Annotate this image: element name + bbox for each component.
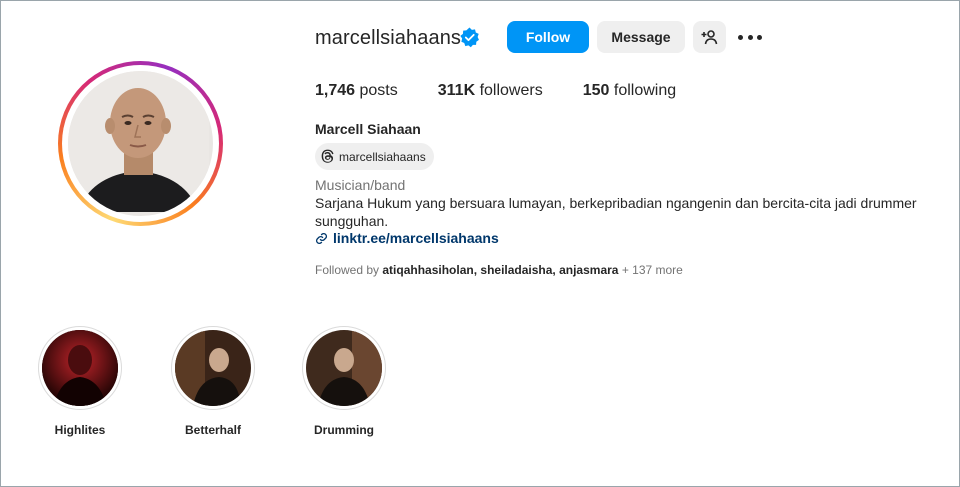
message-button[interactable]: Message <box>597 21 685 53</box>
profile-link-text: linktr.ee/marcellsiahaans <box>333 230 499 246</box>
threads-handle: marcellsiahaans <box>339 149 426 164</box>
suggest-users-button[interactable] <box>693 21 726 53</box>
verified-badge-icon <box>460 27 479 48</box>
avatar-photo <box>68 71 213 216</box>
following-count: 150 <box>582 82 610 99</box>
highlight-item[interactable]: Betterhalf <box>171 326 255 437</box>
following-stat[interactable]: 150 following <box>583 82 676 100</box>
following-label: following <box>613 82 677 99</box>
profile-category: Musician/band <box>315 177 406 193</box>
followed-by[interactable]: Followed by atiqahhasiholan, sheiladaish… <box>315 263 683 277</box>
threads-icon <box>321 149 334 163</box>
followers-stat[interactable]: 311K followers <box>438 82 543 100</box>
highlight-cover <box>42 330 118 406</box>
profile-stats: 1,746 posts 311K followers 150 following <box>315 82 716 100</box>
follow-button[interactable]: Follow <box>507 21 589 53</box>
highlight-label: Betterhalf <box>184 423 241 437</box>
profile-link[interactable]: linktr.ee/marcellsiahaans <box>315 230 499 246</box>
profile-bio: Sarjana Hukum yang bersuara lumayan, ber… <box>315 195 917 229</box>
highlight-label: Drumming <box>314 423 374 437</box>
followers-count: 311K <box>437 82 476 99</box>
highlight-label: Highlites <box>54 423 106 437</box>
followed-by-prefix: Followed by <box>315 263 380 277</box>
highlight-cover <box>175 330 251 406</box>
posts-count: 1,746 <box>315 82 356 99</box>
threads-badge[interactable]: marcellsiahaans <box>315 143 434 170</box>
add-user-icon <box>701 30 718 45</box>
profile-username: marcellsiahaans <box>315 27 462 49</box>
highlight-cover <box>306 330 382 406</box>
followers-label: followers <box>479 82 543 99</box>
posts-label: posts <box>359 82 398 99</box>
followed-by-more: + 137 more <box>621 263 683 277</box>
profile-full-name: Marcell Siahaan <box>315 121 421 137</box>
link-icon <box>315 232 328 244</box>
profile-avatar[interactable] <box>58 61 223 226</box>
highlight-item[interactable]: Drumming <box>302 326 386 437</box>
followed-by-names: atiqahhasiholan, sheiladaisha, anjasmara <box>382 263 619 277</box>
more-options-icon[interactable] <box>738 29 762 45</box>
highlight-item[interactable]: Highlites <box>38 326 122 437</box>
posts-stat: 1,746 posts <box>315 82 398 100</box>
